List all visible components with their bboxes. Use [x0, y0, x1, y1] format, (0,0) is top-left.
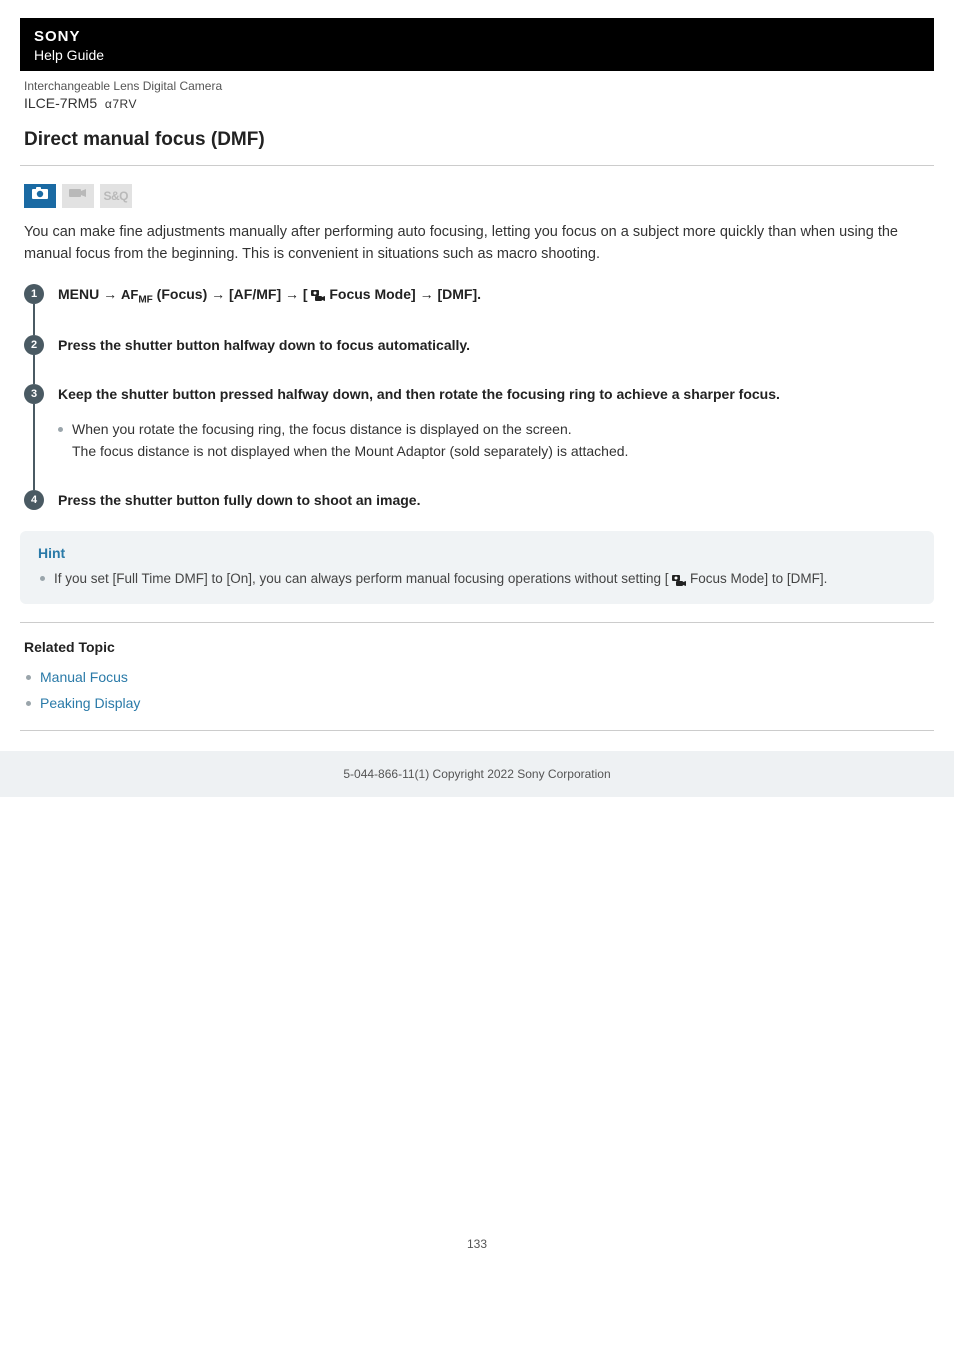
title-divider — [20, 165, 934, 166]
copyright-footer: 5-044-866-11(1) Copyright 2022 Sony Corp… — [0, 751, 954, 797]
related-title: Related Topic — [24, 639, 934, 655]
hint-box: Hint If you set [Full Time DMF] to [On],… — [20, 531, 934, 604]
product-type: Interchangeable Lens Digital Camera — [20, 79, 934, 93]
step-2: 2 Press the shutter button halfway down … — [24, 335, 930, 384]
related-link-item: Peaking Display — [40, 691, 934, 716]
step1-mid2: Focus Mode] → [DMF]. — [325, 286, 481, 302]
camera-video-icon — [311, 289, 325, 301]
step-4: 4 Press the shutter button fully down to… — [24, 490, 930, 521]
mode-icon-row: S&Q — [24, 184, 934, 208]
step-number: 4 — [24, 490, 44, 510]
step-sub-notes: When you rotate the focusing ring, the f… — [58, 419, 930, 462]
step1-pre: MENU → — [58, 286, 121, 302]
page-number: 133 — [0, 1237, 954, 1265]
hint-item: If you set [Full Time DMF] to [On], you … — [54, 569, 916, 590]
page-header: SONY Help Guide — [20, 18, 934, 71]
hint-title: Hint — [38, 545, 916, 561]
model-line: ILCE-7RM5 α7RV — [20, 95, 934, 111]
step-3: 3 Keep the shutter button pressed halfwa… — [24, 384, 930, 490]
step-number: 3 — [24, 384, 44, 404]
steps-list: 1 MENU → AFMF (Focus) → [AF/MF] → [ Focu… — [24, 284, 930, 522]
model-suffix: α7RV — [105, 97, 137, 111]
brand-logo: SONY — [34, 28, 920, 45]
page-title: Direct manual focus (DMF) — [24, 129, 934, 151]
step-heading: Keep the shutter button pressed halfway … — [58, 384, 930, 405]
camera-video-icon — [672, 574, 686, 586]
af-mf-icon: AFMF — [121, 287, 153, 302]
step-connector — [33, 404, 35, 490]
step3-note: When you rotate the focusing ring, the f… — [72, 419, 930, 462]
intro-paragraph: You can make fine adjustments manually a… — [24, 222, 930, 266]
step1-mid1: (Focus) → [AF/MF] → [ — [153, 286, 312, 302]
related-link-peaking-display[interactable]: Peaking Display — [40, 695, 140, 711]
model-number: ILCE-7RM5 — [24, 95, 97, 111]
step-connector — [33, 355, 35, 384]
step-1: 1 MENU → AFMF (Focus) → [AF/MF] → [ Focu… — [24, 284, 930, 336]
step-number: 2 — [24, 335, 44, 355]
help-guide-label: Help Guide — [34, 47, 104, 63]
related-link-item: Manual Focus — [40, 665, 934, 690]
related-link-manual-focus[interactable]: Manual Focus — [40, 669, 128, 685]
slow-quick-mode-icon: S&Q — [100, 184, 132, 208]
video-mode-icon — [62, 184, 94, 208]
step-number: 1 — [24, 284, 44, 304]
step-heading: Press the shutter button fully down to s… — [58, 490, 930, 511]
photo-mode-icon — [24, 184, 56, 208]
step-heading: MENU → AFMF (Focus) → [AF/MF] → [ Focus … — [58, 284, 930, 308]
step-connector — [33, 304, 35, 336]
step-heading: Press the shutter button halfway down to… — [58, 335, 930, 356]
related-topic-section: Related Topic Manual Focus Peaking Displ… — [20, 622, 934, 730]
